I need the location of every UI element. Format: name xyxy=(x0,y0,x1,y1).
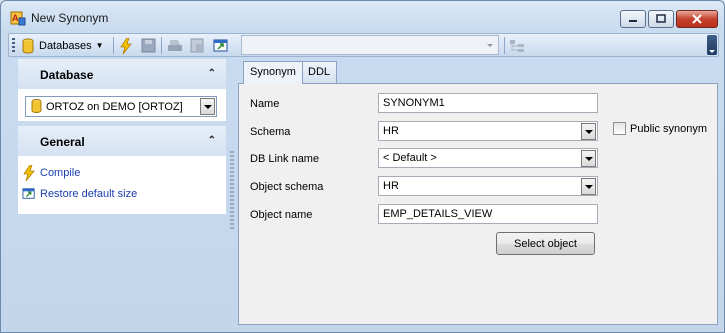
minimize-icon xyxy=(629,20,637,22)
lightning-icon xyxy=(120,37,132,54)
database-group-header[interactable]: Database ⌃ xyxy=(18,59,226,89)
properties-icon xyxy=(190,38,204,53)
databases-dropdown-button[interactable]: Databases ▼ xyxy=(21,36,104,55)
schema-dropdown-button[interactable] xyxy=(581,123,596,140)
synonym-tab-page: Name SYNONYM1 Schema HR Public synonym D… xyxy=(238,83,718,325)
lightning-icon xyxy=(23,165,35,181)
collapse-icon[interactable]: ⌃ xyxy=(208,68,216,79)
editor-area: Synonym DDL Name SYNONYM1 Schema HR Publ… xyxy=(238,59,718,325)
restore-window-icon xyxy=(213,39,228,52)
svg-text:A: A xyxy=(12,13,19,23)
db-link-dropdown-button[interactable] xyxy=(581,150,596,167)
toolbar-grip[interactable] xyxy=(12,38,15,53)
print-toolbar-button[interactable] xyxy=(167,36,183,55)
name-field[interactable]: SYNONYM1 xyxy=(378,93,598,113)
database-icon xyxy=(31,99,42,113)
db-link-label: DB Link name xyxy=(250,153,320,165)
object-name-label: Object name xyxy=(250,209,313,221)
object-schema-label: Object schema xyxy=(250,181,324,193)
schema-label: Schema xyxy=(250,126,291,138)
nav-item-label: Compile xyxy=(40,167,81,179)
toolbar: Databases ▼ xyxy=(8,33,719,57)
restore-window-icon xyxy=(22,188,35,199)
tree-toolbar-button[interactable] xyxy=(509,36,525,55)
general-group: General ⌃ Compile Restore default size xyxy=(18,126,226,214)
nav-item-compile[interactable]: Compile xyxy=(22,165,80,181)
database-select[interactable]: ORTOZ on DEMO [ORTOZ] xyxy=(25,96,217,117)
new-synonym-window: A New Synonym Databases ▼ Database ⌃ ORT… xyxy=(0,0,725,333)
select-object-label: Select object xyxy=(514,237,577,250)
object-schema-select[interactable]: HR xyxy=(378,176,598,196)
title-bar: A New Synonym xyxy=(1,1,724,33)
chevron-down-icon: ▼ xyxy=(95,41,104,50)
schema-select-value: HR xyxy=(383,125,399,137)
tab-ddl[interactable]: DDL xyxy=(301,61,338,83)
toolbar-combo[interactable] xyxy=(241,35,499,55)
save-toolbar-button[interactable] xyxy=(141,36,156,55)
chevron-down-icon xyxy=(487,44,493,47)
name-field-value: SYNONYM1 xyxy=(383,97,445,109)
name-label: Name xyxy=(250,98,280,110)
tab-synonym[interactable]: Synonym xyxy=(243,61,303,84)
public-synonym-checkbox[interactable] xyxy=(613,122,626,135)
databases-label: Databases xyxy=(39,39,92,52)
tab-label: DDL xyxy=(308,66,331,78)
object-name-field-value: EMP_DETAILS_VIEW xyxy=(383,208,493,220)
object-schema-select-value: HR xyxy=(383,180,399,192)
properties-toolbar-button[interactable] xyxy=(190,36,205,55)
navigation-panel: Database ⌃ ORTOZ on DEMO [ORTOZ] General… xyxy=(8,59,232,325)
close-icon xyxy=(692,14,702,24)
minimize-button[interactable] xyxy=(620,10,646,28)
object-schema-dropdown-button[interactable] xyxy=(581,178,596,195)
database-group: Database ⌃ ORTOZ on DEMO [ORTOZ] xyxy=(18,59,226,121)
nav-item-restore-default-size[interactable]: Restore default size xyxy=(22,187,137,200)
nav-item-label: Restore default size xyxy=(40,187,138,200)
chevron-down-icon xyxy=(709,50,715,53)
object-name-field[interactable]: EMP_DETAILS_VIEW xyxy=(378,204,598,224)
toolbar-separator xyxy=(161,37,162,54)
window-title: New Synonym xyxy=(31,11,109,25)
tab-label: Synonym xyxy=(250,66,296,78)
printer-icon xyxy=(168,40,182,51)
toolbar-overflow-button[interactable] xyxy=(707,35,717,55)
maximize-button[interactable] xyxy=(648,10,674,28)
database-select-value: ORTOZ on DEMO [ORTOZ] xyxy=(46,101,183,113)
database-icon xyxy=(22,38,34,53)
general-group-title: General xyxy=(40,135,85,149)
db-link-select-value: < Default > xyxy=(383,152,437,164)
public-synonym-label: Public synonym xyxy=(630,122,708,135)
database-select-dropdown-button[interactable] xyxy=(200,98,215,115)
db-link-select[interactable]: < Default > xyxy=(378,148,598,168)
select-object-button[interactable]: Select object xyxy=(496,232,595,255)
toolbar-separator xyxy=(504,37,505,54)
app-icon: A xyxy=(10,11,26,26)
maximize-icon xyxy=(656,14,666,23)
collapse-icon[interactable]: ⌃ xyxy=(208,135,216,146)
tree-icon xyxy=(510,39,524,52)
schema-select[interactable]: HR xyxy=(378,121,598,141)
panel-splitter[interactable] xyxy=(230,151,234,231)
compile-toolbar-button[interactable] xyxy=(119,36,133,55)
toolbar-separator xyxy=(113,37,114,54)
save-icon xyxy=(141,38,156,53)
database-group-title: Database xyxy=(40,68,94,82)
general-group-header[interactable]: General ⌃ xyxy=(18,126,226,156)
public-synonym-option[interactable]: Public synonym xyxy=(613,122,707,135)
restore-size-toolbar-button[interactable] xyxy=(213,36,229,55)
close-button[interactable] xyxy=(676,10,718,28)
